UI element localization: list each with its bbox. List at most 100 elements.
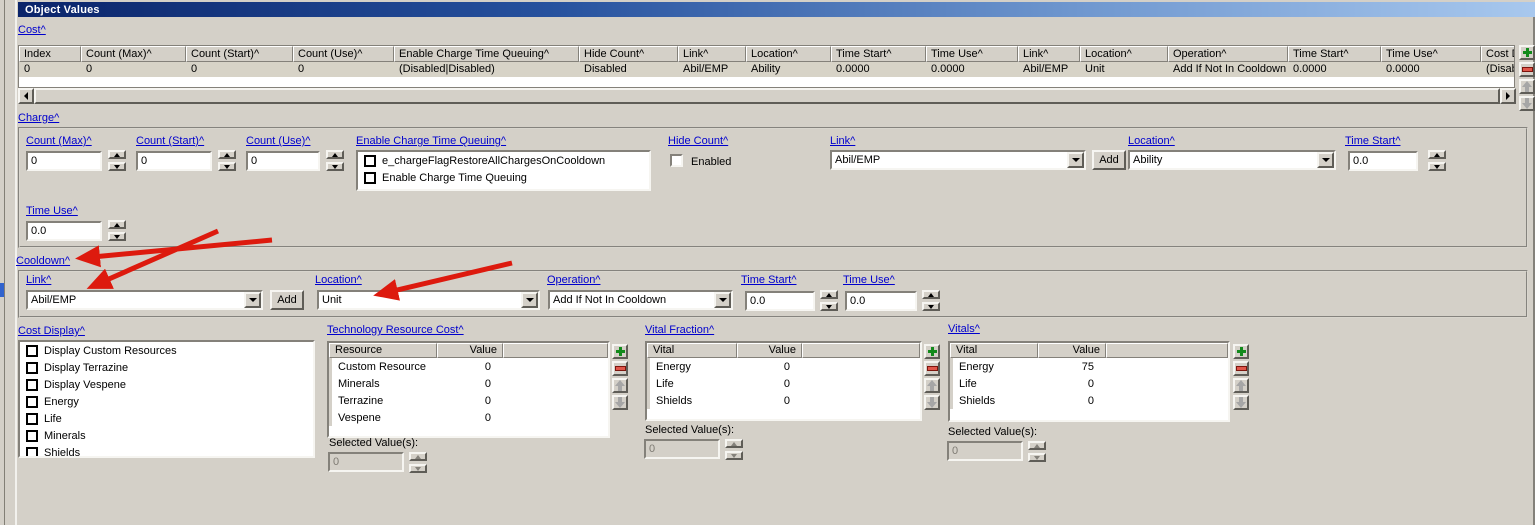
charge-time-use-input[interactable] bbox=[26, 221, 102, 241]
col-header-queuing[interactable]: Enable Charge Time Queuing^ bbox=[394, 46, 579, 62]
charge-hide-count-label[interactable]: Hide Count^ bbox=[668, 135, 728, 147]
checkbox-unchecked-icon[interactable] bbox=[26, 429, 38, 442]
charge-section-link[interactable]: Charge^ bbox=[18, 112, 59, 124]
table-row[interactable]: Life 0 bbox=[950, 375, 1228, 392]
scroll-left-button[interactable] bbox=[18, 88, 34, 104]
list-item[interactable]: Shields bbox=[20, 444, 313, 456]
table-row[interactable]: Custom Resource 0 bbox=[329, 358, 608, 375]
charge-count-start-input[interactable] bbox=[136, 151, 212, 171]
spinner-down-button[interactable] bbox=[326, 162, 344, 171]
vitals-link[interactable]: Vitals^ bbox=[948, 323, 980, 335]
remove-row-button[interactable] bbox=[924, 361, 940, 376]
cooldown-time-start-label[interactable]: Time Start^ bbox=[741, 274, 796, 286]
move-up-button[interactable] bbox=[1519, 79, 1535, 94]
remove-row-button[interactable] bbox=[1233, 361, 1249, 376]
checkbox-unchecked-icon[interactable] bbox=[26, 412, 38, 425]
charge-count-max-input[interactable] bbox=[26, 151, 102, 171]
spinner-down-button[interactable] bbox=[1428, 162, 1446, 171]
col-header-time-use-2[interactable]: Time Use^ bbox=[1381, 46, 1481, 62]
charge-count-use-label[interactable]: Count (Use)^ bbox=[246, 135, 310, 147]
charge-count-start-label[interactable]: Count (Start)^ bbox=[136, 135, 204, 147]
add-row-button[interactable] bbox=[924, 344, 940, 359]
charge-link-dropdown[interactable]: Abil/EMP bbox=[830, 150, 1086, 170]
col-header-location-2[interactable]: Location^ bbox=[1080, 46, 1168, 62]
checkbox-unchecked-icon[interactable] bbox=[364, 171, 376, 184]
charge-link-label[interactable]: Link^ bbox=[830, 135, 855, 147]
cooldown-time-use-label[interactable]: Time Use^ bbox=[843, 274, 895, 286]
list-item[interactable]: Minerals bbox=[20, 427, 313, 444]
add-row-button[interactable] bbox=[1519, 45, 1535, 60]
col-header-count-max[interactable]: Count (Max)^ bbox=[81, 46, 186, 62]
checkbox-unchecked-icon[interactable] bbox=[364, 154, 376, 167]
cost-section-link[interactable]: Cost^ bbox=[18, 24, 46, 36]
spinner-up-button[interactable] bbox=[922, 290, 940, 299]
move-up-button[interactable] bbox=[924, 378, 940, 393]
remove-row-button[interactable] bbox=[612, 361, 628, 376]
spinner-up-button[interactable] bbox=[218, 150, 236, 159]
list-item[interactable]: Display Terrazine bbox=[20, 359, 313, 376]
charge-time-use-label[interactable]: Time Use^ bbox=[26, 205, 78, 217]
cooldown-time-use-input[interactable] bbox=[845, 291, 917, 311]
spinner-down-button[interactable] bbox=[108, 232, 126, 241]
spinner-down-button[interactable] bbox=[218, 162, 236, 171]
checkbox-unchecked-icon[interactable] bbox=[26, 361, 38, 374]
cost-display-link[interactable]: Cost Display^ bbox=[18, 325, 85, 337]
list-item[interactable]: Enable Charge Time Queuing bbox=[358, 169, 649, 186]
list-item[interactable]: Display Vespene bbox=[20, 376, 313, 393]
charge-time-start-input[interactable] bbox=[1348, 151, 1418, 171]
vital-fraction-link[interactable]: Vital Fraction^ bbox=[645, 324, 714, 336]
cost-table-row[interactable]: 0 0 0 0 (Disabled|Disabled) Disabled Abi… bbox=[19, 62, 1514, 77]
dropdown-button[interactable] bbox=[244, 292, 261, 308]
move-down-button[interactable] bbox=[1233, 395, 1249, 410]
charge-queuing-label[interactable]: Enable Charge Time Queuing^ bbox=[356, 135, 506, 147]
table-row[interactable]: Shields 0 bbox=[647, 392, 920, 409]
charge-count-use-input[interactable] bbox=[246, 151, 320, 171]
enabled-checkbox[interactable] bbox=[670, 154, 683, 167]
col-header-time-use-1[interactable]: Time Use^ bbox=[926, 46, 1018, 62]
dropdown-button[interactable] bbox=[714, 292, 731, 308]
col-header-location-1[interactable]: Location^ bbox=[746, 46, 831, 62]
charge-location-label[interactable]: Location^ bbox=[1128, 135, 1175, 147]
col-header-link-2[interactable]: Link^ bbox=[1018, 46, 1080, 62]
spinner-up-button[interactable] bbox=[108, 150, 126, 159]
spinner-up-button[interactable] bbox=[326, 150, 344, 159]
scrollbar-thumb[interactable] bbox=[34, 88, 1500, 104]
col-header-count-use[interactable]: Count (Use)^ bbox=[293, 46, 394, 62]
tech-resource-cost-link[interactable]: Technology Resource Cost^ bbox=[327, 324, 464, 336]
cooldown-location-dropdown[interactable]: Unit bbox=[317, 290, 540, 310]
charge-time-start-label[interactable]: Time Start^ bbox=[1345, 135, 1400, 147]
scroll-right-button[interactable] bbox=[1500, 88, 1516, 104]
table-row[interactable]: Shields 0 bbox=[950, 392, 1228, 409]
list-item[interactable]: Life bbox=[20, 410, 313, 427]
checkbox-unchecked-icon[interactable] bbox=[26, 344, 38, 357]
col-header-operation[interactable]: Operation^ bbox=[1168, 46, 1288, 62]
add-row-button[interactable] bbox=[612, 344, 628, 359]
list-item[interactable]: Energy bbox=[20, 393, 313, 410]
add-row-button[interactable] bbox=[1233, 344, 1249, 359]
cooldown-location-label[interactable]: Location^ bbox=[315, 274, 362, 286]
cooldown-operation-label[interactable]: Operation^ bbox=[547, 274, 600, 286]
table-row[interactable]: Terrazine 0 bbox=[329, 392, 608, 409]
checkbox-unchecked-icon[interactable] bbox=[26, 378, 38, 391]
move-up-button[interactable] bbox=[1233, 378, 1249, 393]
cooldown-link-add-button[interactable]: Add bbox=[270, 290, 304, 310]
col-header-cost-display[interactable]: Cost D bbox=[1481, 46, 1514, 62]
move-down-button[interactable] bbox=[612, 395, 628, 410]
charge-location-dropdown[interactable]: Ability bbox=[1128, 150, 1336, 170]
window-titlebar[interactable]: Object Values bbox=[18, 2, 1535, 17]
checkbox-unchecked-icon[interactable] bbox=[26, 446, 38, 456]
cooldown-operation-dropdown[interactable]: Add If Not In Cooldown bbox=[548, 290, 733, 310]
charge-link-add-button[interactable]: Add bbox=[1092, 150, 1126, 170]
dropdown-button[interactable] bbox=[521, 292, 538, 308]
spinner-up-button[interactable] bbox=[820, 290, 838, 299]
table-row[interactable]: Energy 0 bbox=[647, 358, 920, 375]
spinner-up-button[interactable] bbox=[108, 220, 126, 229]
table-row[interactable]: Minerals 0 bbox=[329, 375, 608, 392]
move-down-button[interactable] bbox=[1519, 96, 1535, 111]
dropdown-button[interactable] bbox=[1067, 152, 1084, 168]
table-row[interactable]: Energy 75 bbox=[950, 358, 1228, 375]
list-item[interactable]: Display Custom Resources bbox=[20, 342, 313, 359]
col-header-link-1[interactable]: Link^ bbox=[678, 46, 746, 62]
list-item[interactable]: e_chargeFlagRestoreAllChargesOnCooldown bbox=[358, 152, 649, 169]
col-header-hide-count[interactable]: Hide Count^ bbox=[579, 46, 678, 62]
